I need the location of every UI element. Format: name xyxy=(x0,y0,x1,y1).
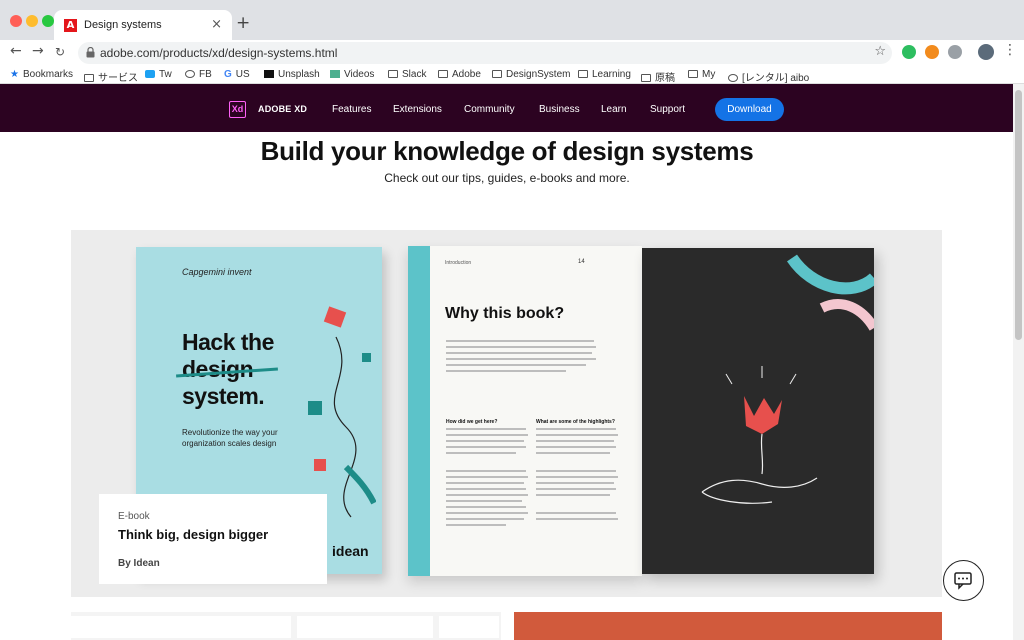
google-icon: G xyxy=(224,69,232,80)
nav-brand[interactable]: ADOBE XD xyxy=(258,104,307,114)
puzzle-illustration xyxy=(308,306,376,518)
bookmarks-bar: ★ Bookmarks サービス Tw FB G US Unsplash Video… xyxy=(0,66,1024,84)
gray-extension-icon[interactable] xyxy=(948,45,962,59)
bookmark-item[interactable]: Unsplash xyxy=(264,69,320,80)
nav-link-community[interactable]: Community xyxy=(464,104,515,115)
bookmark-item[interactable]: 原稿 xyxy=(641,69,675,84)
folder-icon xyxy=(438,70,448,78)
nav-link-features[interactable]: Features xyxy=(332,104,371,115)
menu-icon[interactable]: ⋮ xyxy=(1003,42,1017,58)
page-subhead-left: How did we get here? xyxy=(446,419,498,425)
folder-icon xyxy=(641,74,651,82)
page-section: Introduction xyxy=(445,260,472,266)
page-number: 14 xyxy=(578,259,585,265)
page-subhead-right: What are some of the highlights? xyxy=(536,419,615,425)
unsplash-icon xyxy=(264,70,274,78)
lock-icon xyxy=(86,47,95,58)
content-card[interactable]: E-book Think big, design bigger By Idean xyxy=(99,494,327,584)
globe-icon xyxy=(185,70,195,78)
star-icon: ★ xyxy=(10,69,19,80)
globe-icon xyxy=(728,74,738,82)
bookmark-item[interactable]: ★ Bookmarks xyxy=(10,69,73,80)
cover-subtitle: Revolutionize the way your organization … xyxy=(182,428,278,448)
folder-icon xyxy=(84,74,94,82)
maximize-window-button[interactable] xyxy=(42,15,54,27)
nav-link-extensions[interactable]: Extensions xyxy=(393,104,442,115)
folder-icon xyxy=(688,70,698,78)
bookmark-item[interactable]: Tw xyxy=(145,69,172,80)
card-title[interactable]: Think big, design bigger xyxy=(118,527,268,542)
xd-logo[interactable]: Xd xyxy=(229,101,246,118)
cover-idean-logo: idean xyxy=(332,543,369,559)
nav-link-business[interactable]: Business xyxy=(539,104,580,115)
browser-toolbar: ← → ↻ adobe.com/products/xd/design-syste… xyxy=(0,40,1024,66)
video-icon xyxy=(330,70,340,78)
card-author: By Idean xyxy=(118,558,160,569)
profile-avatar[interactable] xyxy=(978,44,994,60)
twitter-icon xyxy=(145,70,155,78)
minimize-window-button[interactable] xyxy=(26,15,38,27)
card-type: E-book xyxy=(118,511,150,522)
folder-icon xyxy=(492,70,502,78)
bookmark-item[interactable]: G US xyxy=(224,69,250,80)
folder-icon xyxy=(578,70,588,78)
address-bar[interactable]: adobe.com/products/xd/design-systems.htm… xyxy=(78,42,892,64)
flower-hand-illustration xyxy=(701,254,879,504)
open-book-left-page xyxy=(408,246,642,576)
bookmark-item[interactable]: [レンタル] aibo xyxy=(728,69,809,84)
book-spine-edge xyxy=(408,246,430,576)
nav-link-support[interactable]: Support xyxy=(650,104,685,115)
download-button[interactable]: Download xyxy=(715,98,784,121)
bookmark-item[interactable]: サービス xyxy=(84,69,138,84)
scrollbar-thumb[interactable] xyxy=(1015,90,1022,340)
folder-icon xyxy=(388,70,398,78)
bookmark-item[interactable]: My xyxy=(688,69,715,80)
nav-link-learn[interactable]: Learn xyxy=(601,104,627,115)
bookmark-item[interactable]: FB xyxy=(185,69,212,80)
site-nav: Xd ADOBE XD Features Extensions Communit… xyxy=(0,84,1024,132)
browser-tab[interactable]: A Design systems × xyxy=(54,10,232,40)
adobe-favicon-icon: A xyxy=(64,19,77,32)
bookmark-star-icon[interactable]: ☆ xyxy=(874,44,886,59)
forward-button[interactable]: → xyxy=(32,43,44,59)
page-title: Build your knowledge of design systems xyxy=(260,136,754,166)
evernote-extension-icon[interactable] xyxy=(902,45,916,59)
page-heading: Why this book? xyxy=(445,305,565,322)
bookmark-item[interactable]: DesignSystem xyxy=(492,69,570,80)
url-text: adobe.com/products/xd/design-systems.htm… xyxy=(100,46,338,60)
next-card-preview-image[interactable] xyxy=(514,612,942,640)
browser-tab-bar: A Design systems × + xyxy=(0,0,1024,40)
open-book-right-page xyxy=(642,248,879,574)
bookmark-item[interactable]: Learning xyxy=(578,69,631,80)
next-card-preview[interactable] xyxy=(71,612,501,640)
bookmark-item[interactable]: Videos xyxy=(330,69,374,80)
orange-extension-icon[interactable] xyxy=(925,45,939,59)
tab-close-icon[interactable]: × xyxy=(211,17,222,32)
new-tab-button[interactable]: + xyxy=(236,15,250,32)
back-button[interactable]: ← xyxy=(10,43,22,59)
tab-title: Design systems xyxy=(84,19,162,31)
chat-button[interactable] xyxy=(943,560,984,601)
cover-brand: Capgemini invent xyxy=(182,267,252,277)
bookmark-item[interactable]: Slack xyxy=(388,69,426,80)
page-scrollbar[interactable] xyxy=(1013,84,1024,640)
chat-icon xyxy=(954,572,972,590)
page-subtitle: Check out our tips, guides, e-books and … xyxy=(384,171,630,185)
reload-button[interactable]: ↻ xyxy=(55,45,65,59)
bookmark-item[interactable]: Adobe xyxy=(438,69,481,80)
close-window-button[interactable] xyxy=(10,15,22,27)
